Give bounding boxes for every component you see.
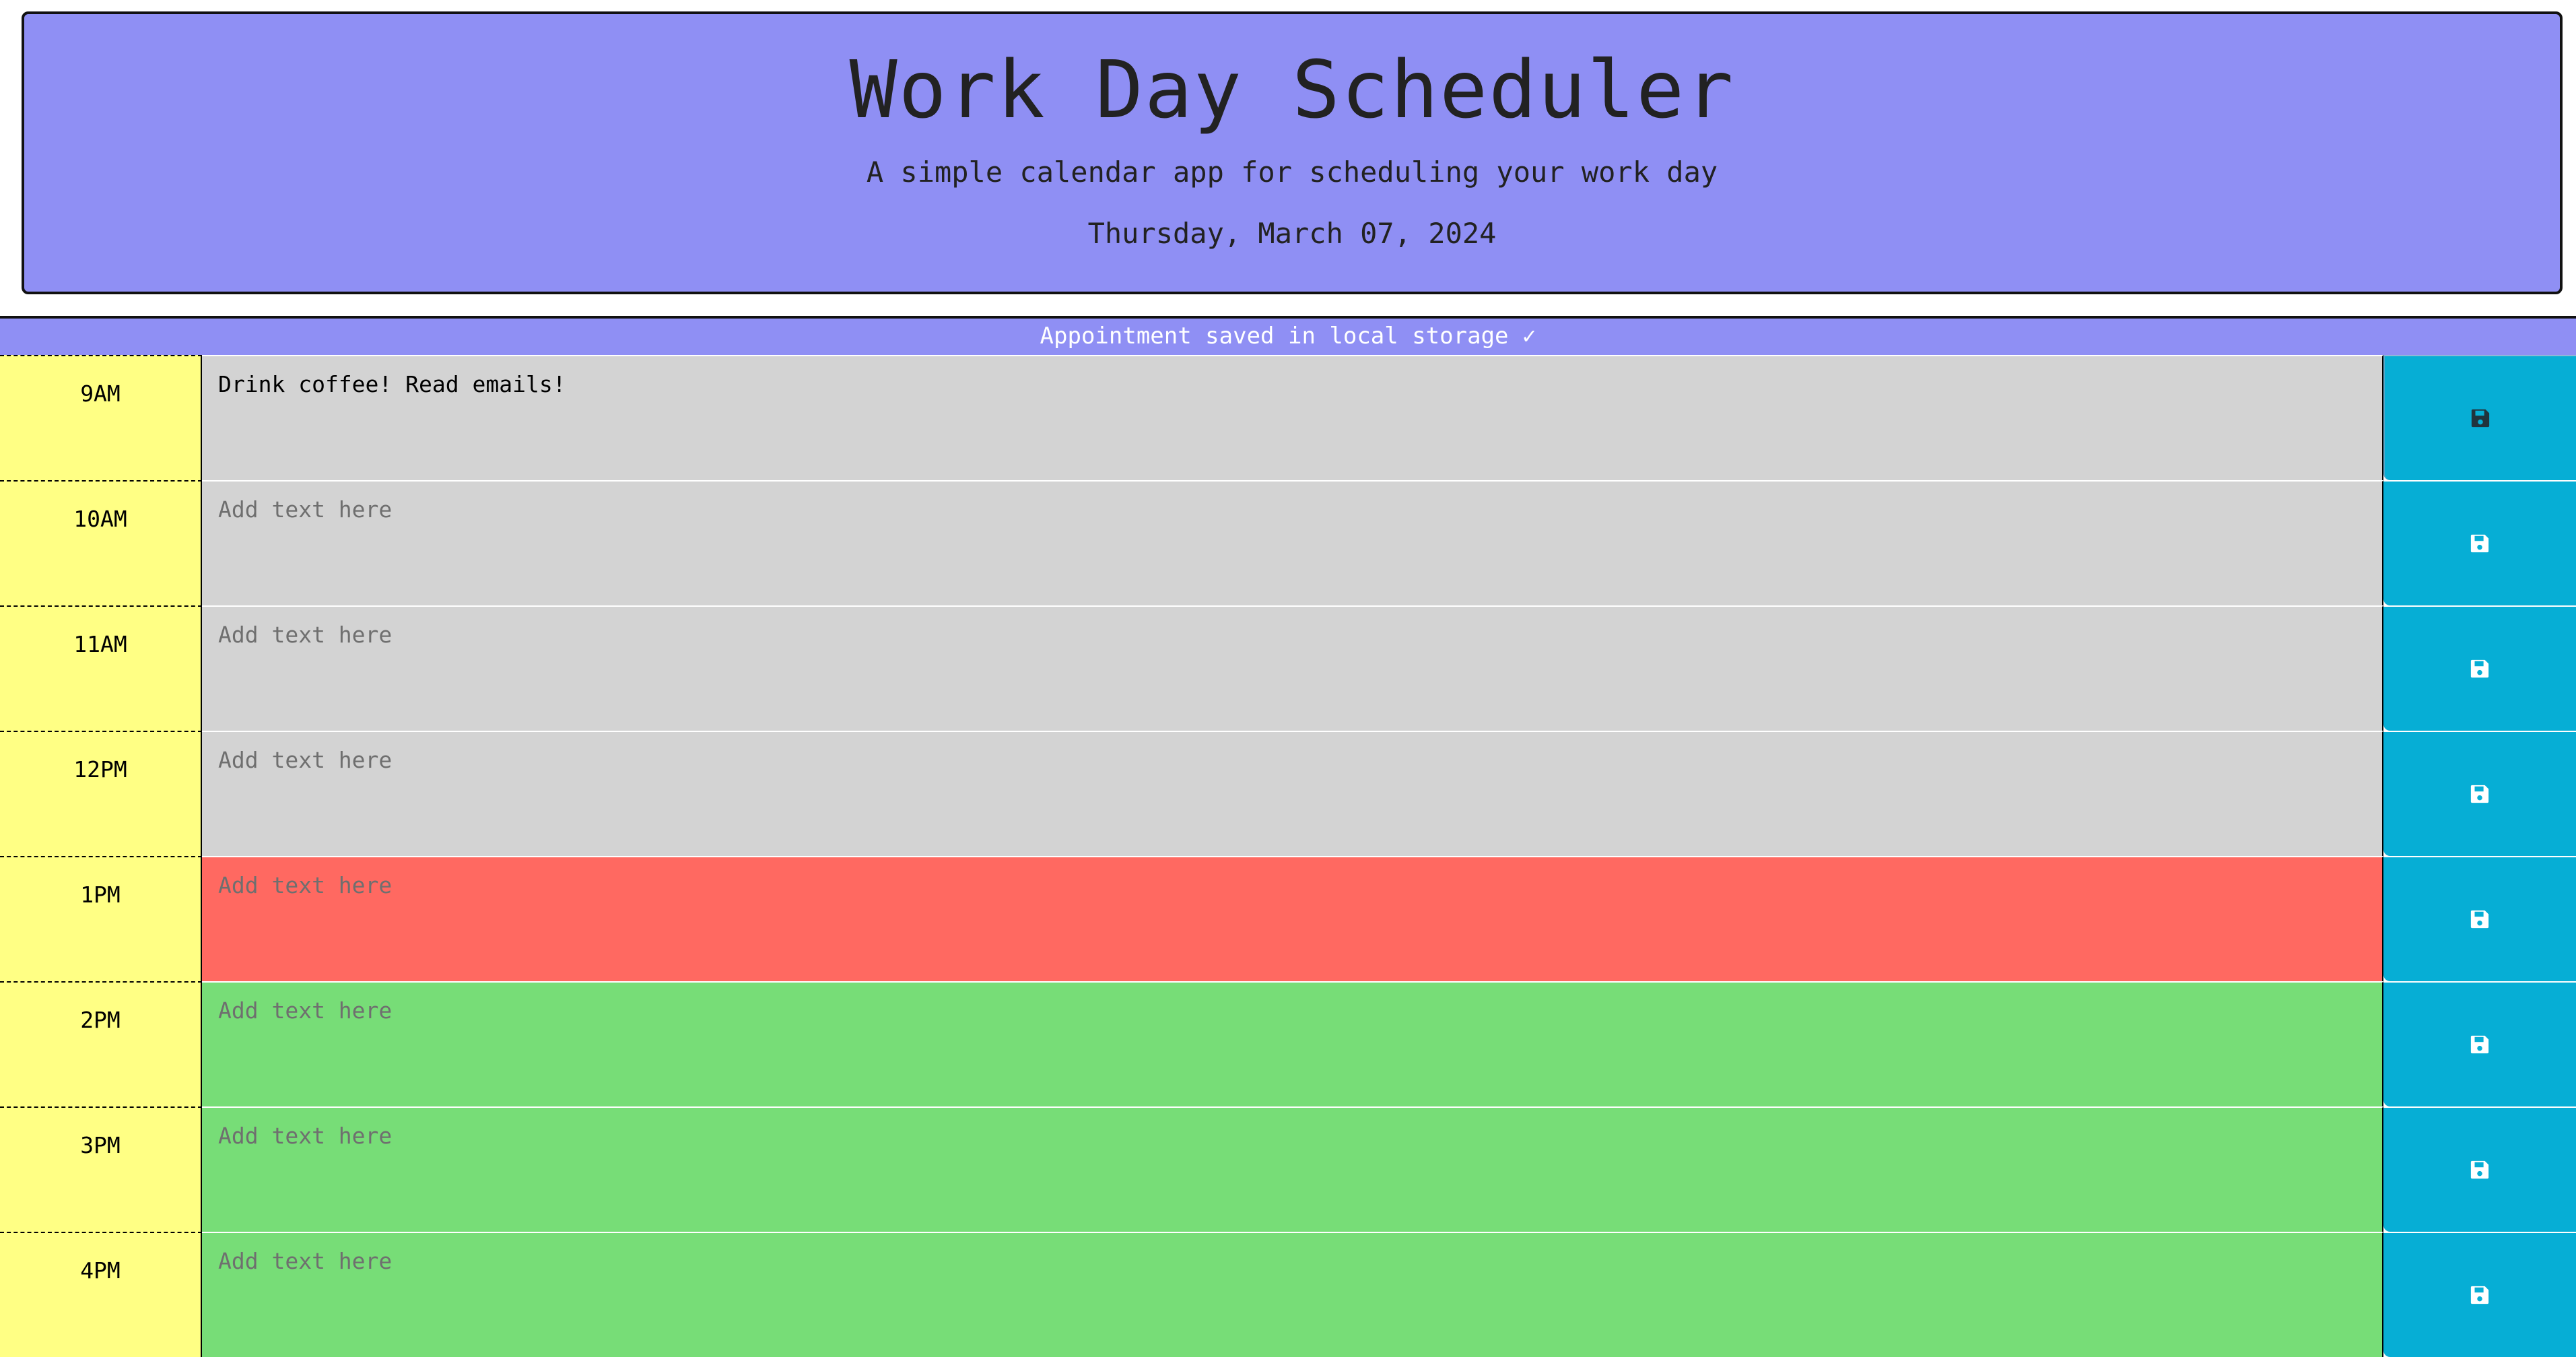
current-day: Thursday, March 07, 2024 <box>1087 217 1497 250</box>
time-block: 1PM <box>0 856 2576 981</box>
hour-label: 9AM <box>0 355 202 480</box>
time-block-list: 9AM 10AM 11AM 12PM 1PM 2PM <box>0 355 2576 1357</box>
save-button[interactable] <box>2383 1106 2576 1232</box>
floppy-disk-icon <box>2470 785 2489 803</box>
hour-label: 1PM <box>0 856 202 981</box>
time-block: 11AM <box>0 605 2576 731</box>
hour-label: 4PM <box>0 1232 202 1357</box>
save-status-message: Appointment saved in local storage ✓ <box>1040 323 1536 350</box>
event-description-input[interactable] <box>202 355 2383 480</box>
floppy-disk-icon <box>2470 534 2489 553</box>
save-status-bar: Appointment saved in local storage ✓ <box>0 316 2576 355</box>
save-button[interactable] <box>2383 731 2576 856</box>
time-block: 9AM <box>0 355 2576 480</box>
event-description-input[interactable] <box>202 981 2383 1106</box>
save-button[interactable] <box>2383 981 2576 1106</box>
page-subtitle: A simple calendar app for scheduling you… <box>866 156 1718 189</box>
time-block: 10AM <box>0 480 2576 605</box>
floppy-disk-icon <box>2470 910 2489 929</box>
hour-label: 2PM <box>0 981 202 1106</box>
floppy-disk-icon <box>2471 409 2490 428</box>
hour-label: 12PM <box>0 731 202 856</box>
page-title: Work Day Scheduler <box>849 43 1735 136</box>
header-jumbotron: Work Day Scheduler A simple calendar app… <box>22 11 2563 294</box>
time-block: 4PM <box>0 1232 2576 1357</box>
event-description-input[interactable] <box>202 605 2383 731</box>
save-button[interactable] <box>2383 605 2576 731</box>
event-description-input[interactable] <box>202 1106 2383 1232</box>
floppy-disk-icon <box>2470 1035 2489 1054</box>
floppy-disk-icon <box>2470 1286 2489 1304</box>
floppy-disk-icon <box>2470 1160 2489 1179</box>
save-button[interactable] <box>2383 480 2576 605</box>
time-block: 2PM <box>0 981 2576 1106</box>
time-block: 12PM <box>0 731 2576 856</box>
event-description-input[interactable] <box>202 731 2383 856</box>
save-button[interactable] <box>2383 1232 2576 1357</box>
save-button[interactable] <box>2383 355 2576 480</box>
floppy-disk-icon <box>2470 659 2489 678</box>
hour-label: 3PM <box>0 1106 202 1232</box>
hour-label: 10AM <box>0 480 202 605</box>
event-description-input[interactable] <box>202 480 2383 605</box>
event-description-input[interactable] <box>202 856 2383 981</box>
hour-label: 11AM <box>0 605 202 731</box>
save-button[interactable] <box>2383 856 2576 981</box>
event-description-input[interactable] <box>202 1232 2383 1357</box>
time-block: 3PM <box>0 1106 2576 1232</box>
